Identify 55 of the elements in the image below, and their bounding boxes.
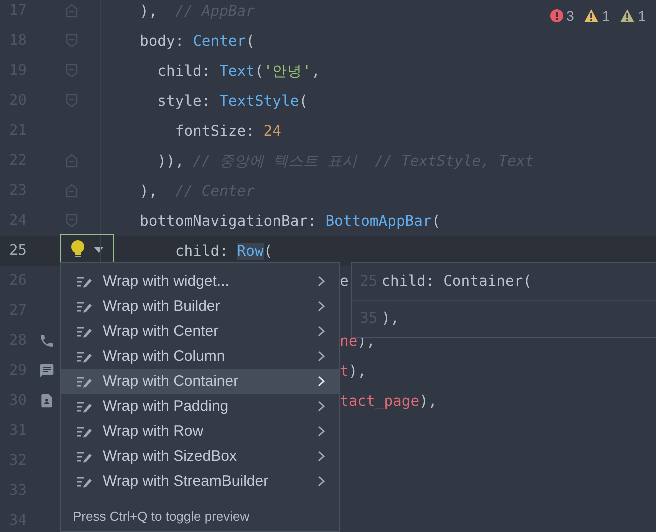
problem-count: 3: [566, 8, 574, 24]
intention-icon: [77, 326, 93, 338]
menu-item[interactable]: Wrap with widget...: [61, 269, 339, 294]
menu-item[interactable]: Wrap with Center: [61, 319, 339, 344]
chevron-icon: [318, 476, 325, 487]
code-line: t),: [340, 362, 367, 380]
intention-icon: [77, 376, 93, 388]
caret-icon: [94, 247, 104, 253]
fold-icon[interactable]: [66, 4, 78, 18]
menu-item[interactable]: Wrap with Container: [61, 369, 339, 394]
chevron-icon: [318, 326, 325, 337]
fold-icon[interactable]: [66, 154, 78, 168]
menu-item[interactable]: Wrap with Padding: [61, 394, 339, 419]
message-icon: [39, 363, 55, 379]
code-line: e: [340, 272, 349, 290]
code-line: tact_page),: [340, 392, 438, 410]
phone-icon: [39, 333, 55, 349]
code-line: body: Center(: [140, 32, 255, 50]
menu-item[interactable]: Wrap with Column: [61, 344, 339, 369]
menu-item[interactable]: Wrap with Row: [61, 419, 339, 444]
code-line: ),: [382, 310, 400, 328]
chevron-icon: [318, 426, 325, 437]
intention-icon: [77, 476, 93, 488]
chevron-icon: [318, 401, 325, 412]
menu-hint: Press Ctrl+Q to toggle preview: [73, 509, 251, 524]
contact-card-icon: [39, 393, 55, 409]
menu-item[interactable]: Wrap with Builder: [61, 294, 339, 319]
problem-count: 1: [638, 8, 646, 24]
intention-icon: [77, 276, 93, 288]
code-line: style: TextStyle(: [156, 92, 308, 110]
chevron-icon: [318, 301, 325, 312]
intention-icon: [77, 350, 93, 362]
intention-icon: [77, 300, 93, 312]
chevron-icon: [318, 276, 325, 287]
code-line: fontSize: 24: [174, 122, 282, 140]
code-line: child: Row(: [174, 242, 273, 260]
intention-icon: [77, 450, 93, 462]
menu-item[interactable]: Wrap with StreamBuilder: [61, 469, 339, 494]
fold-icon[interactable]: [66, 214, 78, 228]
code-line: child: Text('안녕',: [156, 62, 320, 80]
lightbulb-icon: [70, 240, 86, 260]
problem-count: 1: [602, 8, 610, 24]
code-line: bottomNavigationBar: BottomAppBar(: [140, 212, 441, 230]
intention-icon: [77, 400, 93, 412]
chevron-icon: [318, 451, 325, 462]
fold-icon[interactable]: [66, 64, 78, 78]
fold-icon[interactable]: [66, 94, 78, 108]
chevron-icon: [318, 351, 325, 362]
intention-icon: [77, 426, 93, 438]
code-line: child: Container(: [382, 272, 532, 290]
line-number: 25: [8, 243, 28, 259]
fold-icon[interactable]: [66, 184, 78, 198]
menu-item[interactable]: Wrap with SizedBox: [61, 444, 339, 469]
chevron-icon: [318, 376, 325, 387]
fold-icon[interactable]: [66, 34, 78, 48]
